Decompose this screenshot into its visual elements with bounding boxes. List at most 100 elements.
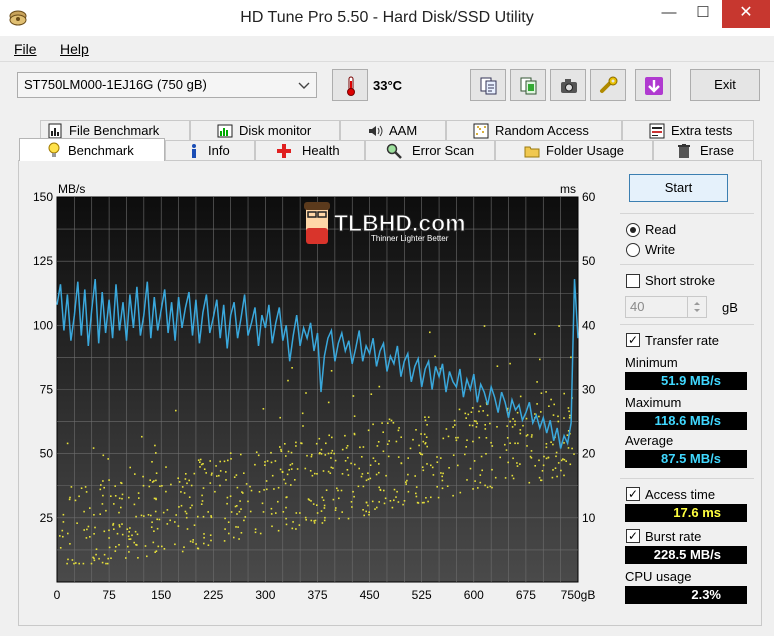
access-time-point: [441, 487, 444, 490]
access-time-point: [563, 458, 566, 461]
access-time-point: [457, 464, 459, 467]
access-time-point: [398, 427, 400, 429]
access-time-point: [310, 500, 312, 502]
access-time-point: [517, 442, 519, 445]
access-time-point: [538, 415, 540, 418]
access-time-point: [313, 522, 316, 524]
error-scan-icon: [386, 143, 402, 159]
read-radio[interactable]: [626, 223, 640, 237]
access-time-point: [181, 486, 184, 488]
access-time-point: [536, 381, 538, 383]
temperature-button[interactable]: [332, 69, 368, 101]
close-button[interactable]: ✕: [722, 0, 770, 28]
access-time-point: [452, 454, 455, 456]
access-time-point: [137, 492, 140, 494]
access-time-point: [322, 470, 325, 472]
access-time-point: [210, 474, 213, 476]
access-time-point: [292, 521, 294, 523]
access-time-point: [314, 472, 316, 475]
access-time-point: [367, 504, 369, 507]
access-time-point: [185, 516, 188, 519]
access-time-point: [560, 469, 562, 472]
access-time-checkbox[interactable]: ✓: [626, 487, 640, 501]
access-time-point: [128, 538, 130, 540]
access-time-point: [306, 454, 308, 457]
save-screenshot-button[interactable]: [550, 69, 586, 101]
short-stroke-checkbox[interactable]: [626, 274, 640, 288]
access-time-point: [352, 490, 354, 493]
access-time-point: [391, 506, 394, 509]
tab-extra-tests[interactable]: Extra tests: [622, 120, 754, 140]
tab-random-access[interactable]: Random Access: [446, 120, 622, 140]
access-time-point: [298, 524, 301, 526]
access-time-point: [175, 514, 177, 516]
access-time-point: [519, 463, 521, 465]
minimize-button[interactable]: —: [652, 0, 686, 28]
separator: [620, 264, 754, 265]
tab-error-scan[interactable]: Error Scan: [365, 140, 495, 160]
short-stroke-spinner[interactable]: [687, 297, 705, 317]
access-time-point: [245, 483, 248, 485]
access-time-point: [241, 491, 243, 493]
access-time-point: [471, 407, 474, 409]
access-time-point: [333, 452, 335, 455]
menu-file[interactable]: File: [14, 41, 37, 57]
tab-benchmark[interactable]: Benchmark: [19, 138, 165, 161]
access-time-point: [555, 451, 558, 454]
exit-button[interactable]: Exit: [690, 69, 760, 101]
access-time-point: [389, 500, 392, 502]
drive-select[interactable]: ST750LM000-1EJ16G (750 gB): [17, 72, 317, 98]
transfer-rate-checkbox[interactable]: ✓: [626, 333, 640, 347]
access-time-point: [289, 464, 292, 466]
access-time-point: [552, 469, 554, 471]
tab-health[interactable]: Health: [255, 140, 365, 160]
maximize-button[interactable]: ☐: [686, 0, 720, 28]
access-time-point: [113, 503, 115, 505]
access-time-point: [414, 475, 416, 477]
tab-folder-usage[interactable]: Folder Usage: [495, 140, 653, 160]
read-radio-dot: [630, 227, 636, 233]
access-time-point: [479, 481, 482, 484]
tab-info[interactable]: Info: [165, 140, 255, 160]
access-time-point: [184, 478, 187, 480]
access-time-point: [302, 425, 304, 427]
access-time-point: [318, 452, 321, 455]
access-time-point: [545, 391, 547, 393]
access-time-point: [140, 514, 143, 517]
down-arrow-button[interactable]: [635, 69, 671, 101]
tab-file-benchmark[interactable]: File Benchmark: [40, 120, 190, 140]
access-time-point: [562, 458, 564, 460]
access-time-point: [154, 444, 156, 447]
copy-text-button[interactable]: [470, 69, 506, 101]
access-time-point: [381, 422, 383, 424]
tab-aam[interactable]: AAM: [340, 120, 446, 140]
tab-disk-monitor[interactable]: Disk monitor: [190, 120, 340, 140]
maximum-label: Maximum: [625, 395, 682, 410]
access-time-point: [368, 511, 370, 513]
access-time-point: [475, 426, 478, 428]
tab-erase[interactable]: Erase: [653, 140, 754, 160]
start-button[interactable]: Start: [629, 174, 728, 202]
access-time-point: [553, 403, 555, 406]
burst-rate-checkbox[interactable]: ✓: [626, 529, 640, 543]
access-time-point: [218, 474, 220, 477]
access-time-point: [261, 502, 264, 505]
access-time-point: [93, 533, 95, 535]
access-time-point: [188, 496, 191, 498]
access-time-point: [353, 433, 356, 436]
access-time-point: [100, 484, 102, 486]
access-time-point: [129, 538, 132, 540]
access-time-point: [128, 496, 130, 499]
access-time-point: [529, 455, 532, 458]
menu-help[interactable]: Help: [60, 41, 89, 57]
access-time-point: [424, 419, 427, 422]
options-button[interactable]: [590, 69, 626, 101]
access-time-point: [378, 463, 380, 465]
tab-random-access-label: Random Access: [495, 123, 589, 138]
access-time-point: [358, 467, 360, 470]
write-radio[interactable]: [626, 243, 640, 257]
copy-screenshot-button[interactable]: [510, 69, 546, 101]
access-time-point: [304, 467, 307, 470]
access-time-point: [422, 440, 425, 443]
access-time-point: [323, 519, 326, 522]
